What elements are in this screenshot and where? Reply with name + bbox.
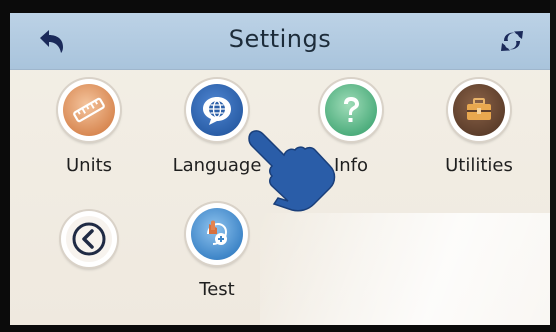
globe-speech-icon <box>191 84 243 136</box>
units-label: Units <box>65 155 113 176</box>
test-icon <box>191 208 243 260</box>
touch-screen: Settings Units Language Info Utilities T… <box>10 13 550 325</box>
test-icon-ring <box>186 203 248 265</box>
chevron-left-icon <box>66 216 112 262</box>
hand-pointer-icon <box>248 130 336 212</box>
menu-item-previous[interactable] <box>34 205 144 315</box>
refresh-button[interactable] <box>492 23 532 59</box>
menu-item-utilities[interactable]: Utilities <box>424 79 534 189</box>
utilities-icon-ring <box>448 79 510 141</box>
utilities-label: Utilities <box>445 155 513 176</box>
units-icon-ring <box>58 79 120 141</box>
toolbox-icon <box>453 84 505 136</box>
header-bar: Settings <box>10 13 550 70</box>
ruler-icon <box>63 84 115 136</box>
screen-glare <box>260 213 550 325</box>
refresh-icon <box>501 31 523 51</box>
menu-item-units[interactable]: Units <box>34 79 144 189</box>
language-icon-ring <box>186 79 248 141</box>
previous-icon-ring <box>61 211 117 267</box>
test-label: Test <box>199 279 235 300</box>
device-bezel: Settings Units Language Info Utilities T… <box>0 0 556 332</box>
page-title: Settings <box>228 25 332 53</box>
bezel-edge <box>550 0 556 332</box>
